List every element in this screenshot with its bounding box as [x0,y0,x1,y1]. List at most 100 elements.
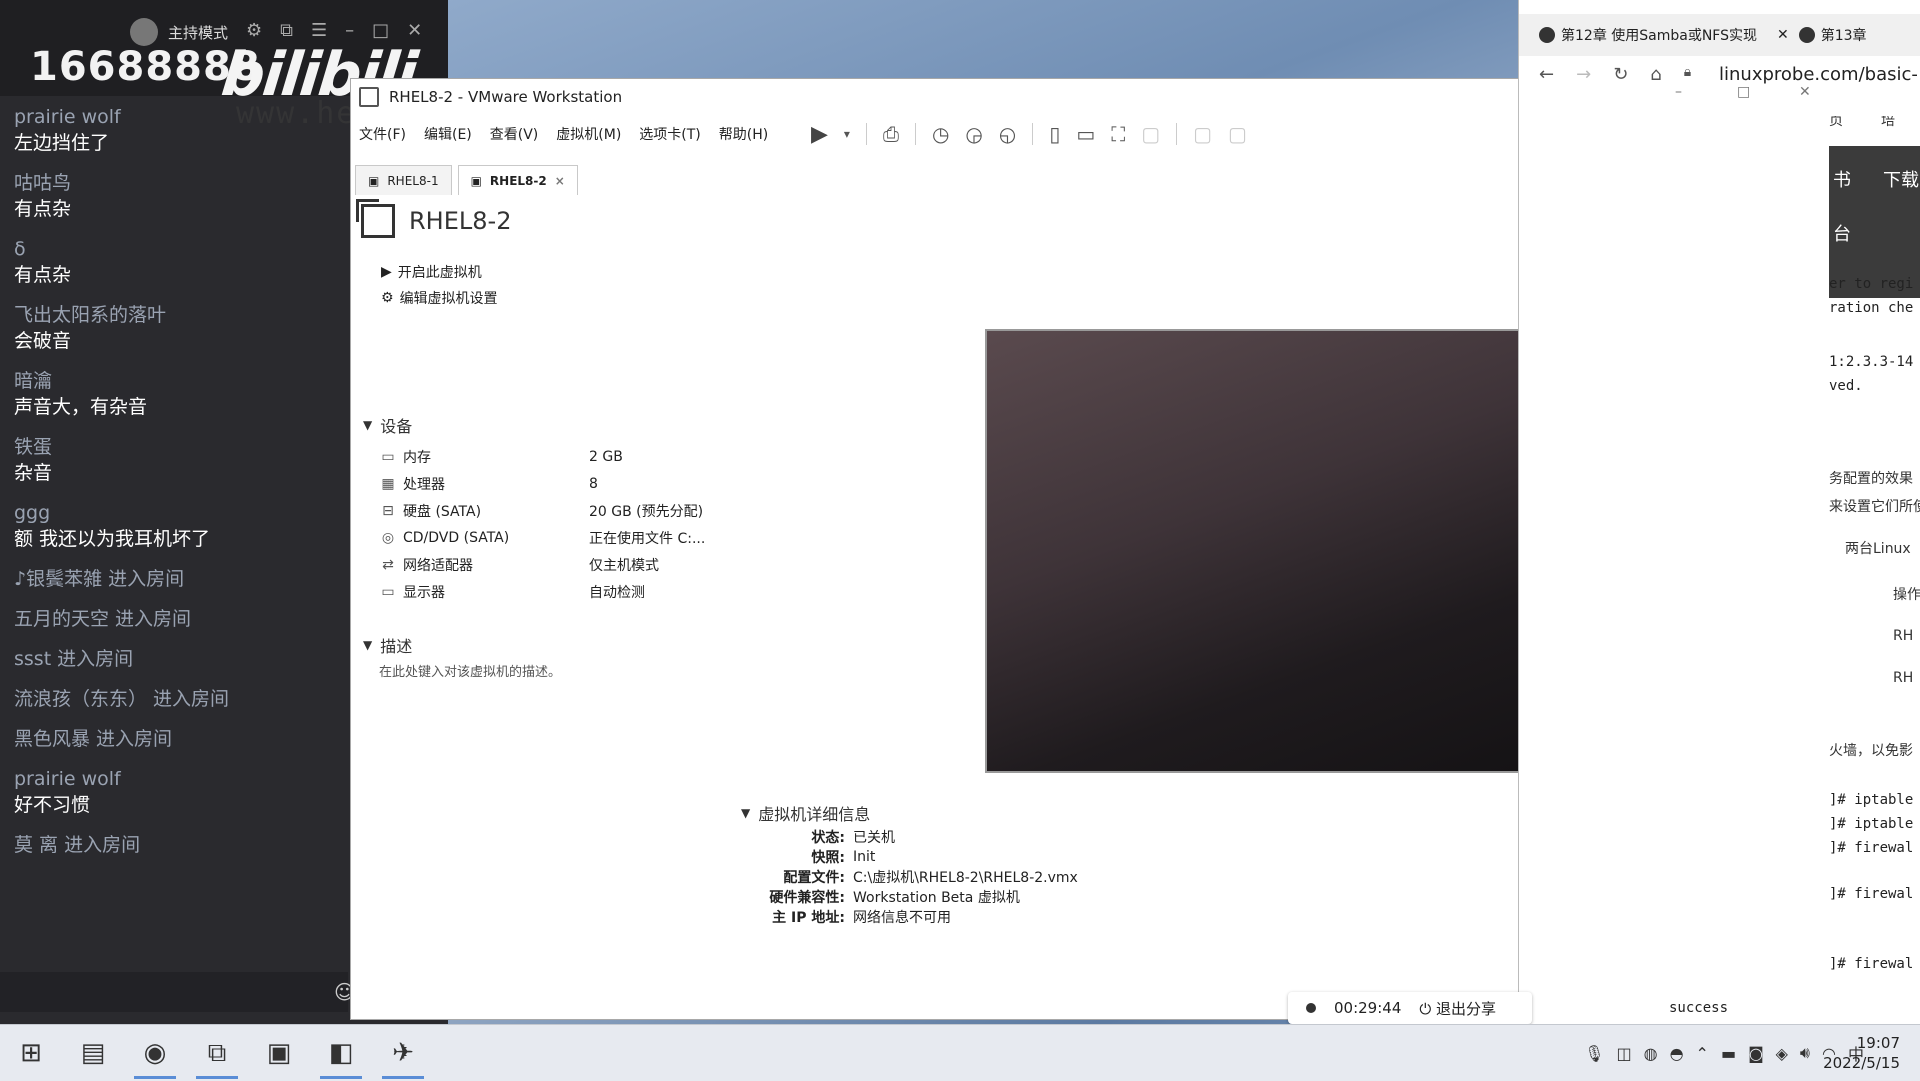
vm-icon: ▣ [368,173,380,188]
chat-username[interactable]: 咕咕鸟 [14,170,344,196]
chat-messages: prairie wolf 左边挡住了 咕咕鸟 有点杂 δ 有点杂 飞出太阳系的落叶 会破音 暗瀹… [14,104,344,872]
chat-username[interactable]: 流浪孩（东东） 进入房间 [14,686,344,712]
snapshot-icon[interactable]: ◷ [932,122,949,146]
maximize-icon[interactable]: □ [372,20,389,41]
tray-app-icon[interactable]: ▬ [1721,1044,1736,1063]
unity-icon[interactable]: ▢ [1141,122,1160,146]
device-row[interactable]: ▭ 内存 2 GB [379,443,705,470]
chevron-down-icon: ▼ [363,418,373,432]
edit-settings-link[interactable]: ⚙ 编辑虚拟机设置 [381,285,498,311]
description-placeholder[interactable]: 在此处键入对该虚拟机的描述。 [379,661,561,680]
volume-icon[interactable]: 🔊︎ [1800,1043,1810,1063]
stop-share-label: 退出分享 [1436,999,1497,1018]
band-text[interactable]: 书 [1833,166,1851,192]
edit-settings-label: 编辑虚拟机设置 [399,291,498,307]
device-row[interactable]: ⊟ 硬盘 (SATA) 20 GB (预先分配) [379,497,705,524]
minimize-icon[interactable]: – [345,20,354,41]
app-icon[interactable]: ✈ [372,1025,434,1081]
show-hidden-icon[interactable]: ⌃ [1696,1044,1709,1063]
stop-share-button[interactable]: ⏻ 退出分享 [1419,998,1496,1019]
clock[interactable]: 19:07 2022/5/15 [1823,1033,1900,1073]
library-view-icon[interactable]: ▯ [1049,122,1060,146]
devices-section-toggle[interactable]: ▼ 设备 [363,413,412,437]
app-icon[interactable]: ▣ [248,1025,310,1081]
reload-icon[interactable]: ↻ [1613,64,1628,85]
menu-icon[interactable]: ☰ [311,20,327,41]
minimize-icon[interactable]: – [1675,84,1682,100]
fullscreen-icon[interactable]: ⛶ [1111,122,1125,146]
settings-icon[interactable]: ⚙ [246,20,262,41]
nav-label[interactable]: 页 [1829,116,1843,130]
close-icon[interactable]: ✕ [1799,84,1811,100]
vmware-icon[interactable]: ⧉ [186,1025,248,1081]
menu-item[interactable]: 选项卡(T) [639,124,700,144]
chat-username[interactable]: prairie wolf [14,766,344,792]
forward-icon[interactable]: → [1576,64,1591,85]
chat-username[interactable]: 飞出太阳系的落叶 [14,302,344,328]
host-mode[interactable]: 主持模式 [130,18,228,46]
chat-text: 左边挡住了 [14,132,110,154]
send-ctrl-alt-del-icon[interactable]: ⎙ [883,122,899,146]
chevron-down-icon[interactable]: ▾ [844,127,850,141]
app-icon[interactable]: ◧ [310,1025,372,1081]
tab-rhel8-2[interactable]: ▣ RHEL8-2 × [457,165,578,195]
nav-label[interactable]: 培 [1881,116,1895,130]
snapshot-manager-icon[interactable]: ◵ [999,122,1016,146]
menu-item[interactable]: 帮助(H) [719,124,768,144]
chat-username[interactable]: ♪银鬓苯雑 进入房间 [14,566,344,592]
browser-icon[interactable]: ◉ [124,1025,186,1081]
description-section-toggle[interactable]: ▼ 描述 [363,633,412,657]
close-tab-icon[interactable]: × [555,174,565,188]
popout-icon[interactable]: ⧉ [280,20,293,41]
chat-username[interactable]: ssst 进入房间 [14,646,344,672]
tray-app-icon[interactable]: ◓ [1670,1044,1684,1063]
device-row[interactable]: ⇄ 网络适配器 仅主机模式 [379,551,705,578]
menu-item[interactable]: 编辑(E) [424,124,472,144]
chat-username[interactable]: ggg [14,500,344,526]
code-line: 1:2.3.3-14 [1829,354,1914,370]
windows-start-icon[interactable]: ⊞ [0,1025,62,1081]
browser-tab[interactable]: 第13章 [1798,25,1867,45]
autofit-icon[interactable]: ▢ [1228,122,1247,146]
chat-username[interactable]: 莫 离 进入房间 [14,832,344,858]
revert-snapshot-icon[interactable]: ◶ [965,122,982,146]
tray-app-icon[interactable]: ◈ [1776,1044,1788,1063]
menu-item[interactable]: 虚拟机(M) [556,124,621,144]
device-row[interactable]: ▦ 处理器 8 [379,470,705,497]
browser-window: 第12章 使用Samba或NFS实现 ✕ 第13章 ← → ↻ ⌂ 🔒︎ lin… [1518,0,1920,1024]
chat-username[interactable]: 暗瀹 [14,368,344,394]
address-bar[interactable]: linuxprobe.com/basic- [1719,64,1918,85]
device-row[interactable]: ◎ CD/DVD (SATA) 正在使用文件 C:... [379,524,705,551]
power-on-link[interactable]: ▶ 开启此虚拟机 [381,259,498,285]
console-view-icon[interactable]: ▢ [1193,122,1212,146]
device-row[interactable]: ▭ 显示器 自动检测 [379,578,705,605]
menu-item[interactable]: 文件(F) [359,124,406,144]
tab-rhel8-1[interactable]: ▣ RHEL8-1 [355,165,452,195]
home-icon[interactable]: ⌂ [1650,64,1661,85]
thumbnail-view-icon[interactable]: ▭ [1076,122,1095,146]
lock-icon: 🔒︎ [1683,64,1692,80]
menu-item[interactable]: 查看(V) [490,124,539,144]
chat-username[interactable]: δ [14,236,344,262]
close-icon[interactable]: ✕ [407,20,422,41]
browser-tab[interactable]: 第12章 使用Samba或NFS实现 ✕ [1539,25,1789,45]
back-icon[interactable]: ← [1539,64,1554,85]
maximize-icon[interactable]: □ [1737,84,1750,100]
close-tab-icon[interactable]: ✕ [1777,27,1789,43]
tray-app-icon[interactable]: ◫ [1616,1044,1631,1063]
band-text[interactable]: 下载 [1883,166,1919,192]
chat-username[interactable]: 五月的天空 进入房间 [14,606,344,632]
power-on-icon[interactable]: ▶ [811,122,828,147]
tray-app-icon[interactable]: ◙ [1748,1044,1764,1063]
text-line: RH [1893,670,1914,686]
chat-input[interactable] [0,972,348,1012]
microphone-icon[interactable]: 🎙︎ [1584,1044,1604,1063]
band-text[interactable]: 台 [1833,220,1851,246]
taskbar: ⊞ ▤ ◉ ⧉ ▣ ◧ ✈ 🎙︎ ◫ ◍ ◓ ⌃ ▬ ◙ ◈ 🔊︎ ◠ 中 19… [0,1024,1920,1081]
chat-username[interactable]: 黑色风暴 进入房间 [14,726,344,752]
detail-value: C:\虚拟机\RHEL8-2\RHEL8-2.vmx [853,870,1078,886]
details-section-toggle[interactable]: ▼ 虚拟机详细信息 [741,801,870,825]
file-explorer-icon[interactable]: ▤ [62,1025,124,1081]
tray-app-icon[interactable]: ◍ [1644,1044,1658,1063]
chat-username[interactable]: 铁蛋 [14,434,344,460]
